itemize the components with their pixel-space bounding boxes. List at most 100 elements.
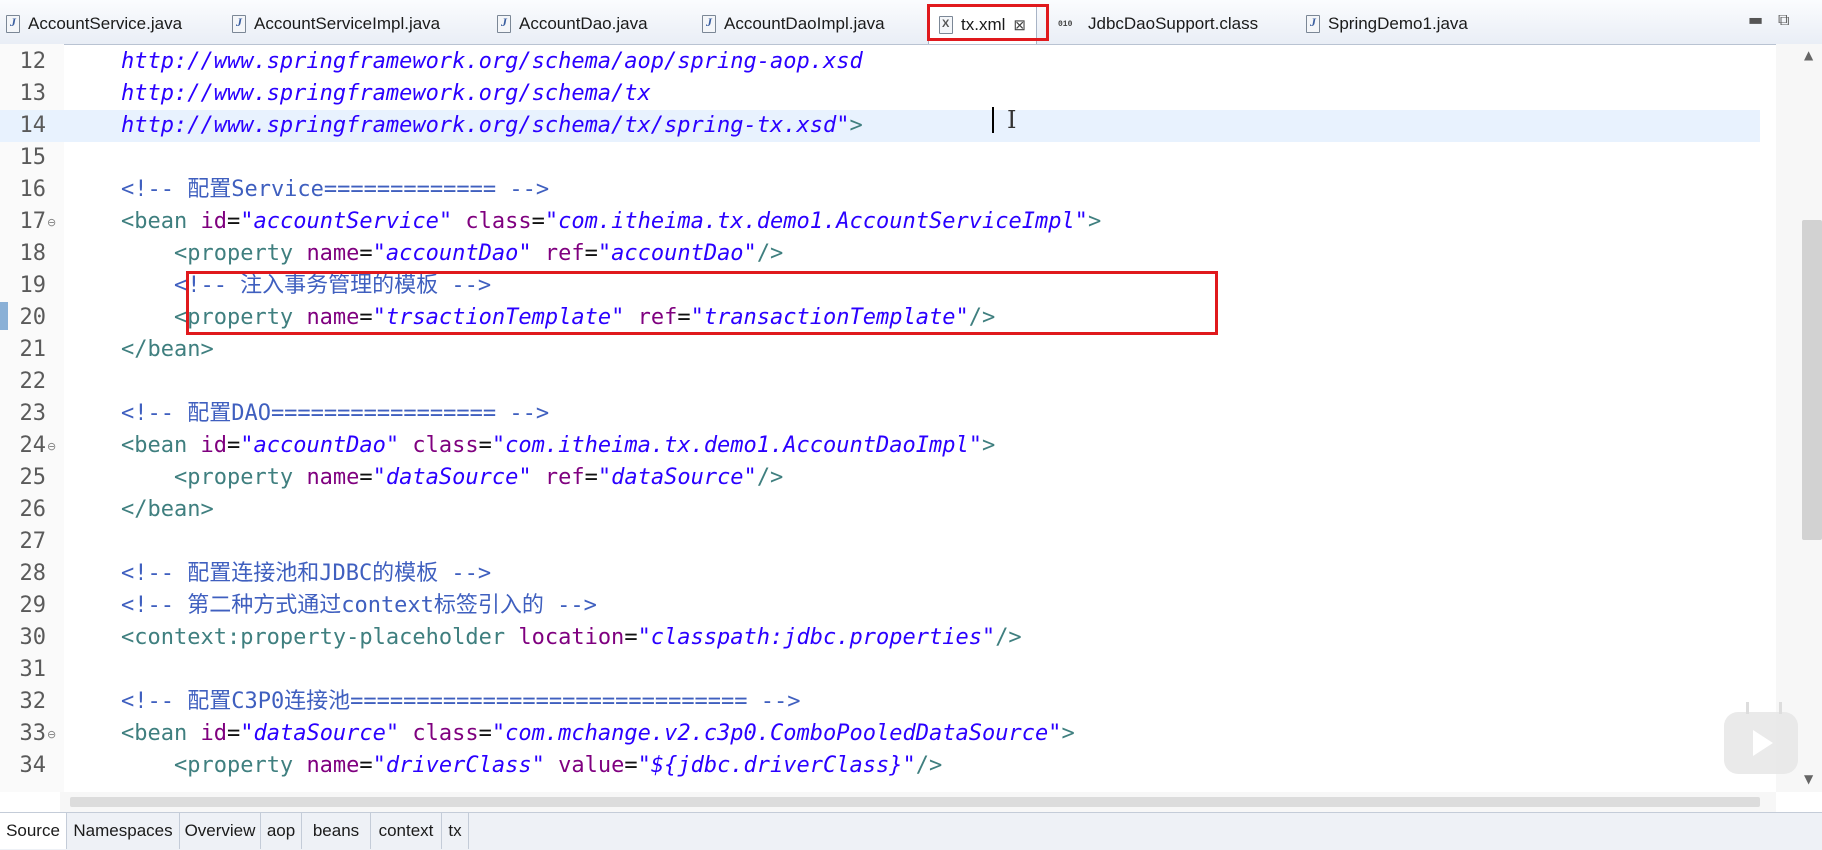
line-number: 19: [19, 273, 47, 298]
tab-accountserviceimpl-java[interactable]: AccountServiceImpl.java: [232, 6, 440, 42]
fold-toggle-icon[interactable]: ⊖: [47, 728, 56, 741]
token: >: [1061, 721, 1075, 746]
token: =: [359, 465, 373, 490]
token: bean: [134, 433, 201, 458]
line-text: </bean>: [68, 494, 214, 526]
change-marker: [0, 302, 8, 330]
tab-jdbcdaosupport-class[interactable]: JdbcDaoSupport.class: [1058, 6, 1258, 42]
tab-label: AccountService.java: [28, 14, 183, 33]
code-line[interactable]: 12 http://www.springframework.org/schema…: [0, 46, 1760, 78]
token: class: [412, 721, 479, 746]
token: "classpath:jdbc.properties": [637, 625, 996, 650]
token: name: [306, 753, 360, 778]
code-line[interactable]: 33 ⊖ <bean id="dataSource" class="com.mch…: [0, 718, 1760, 750]
code-line[interactable]: 28 <!-- 配置连接池和JDBC的模板 -->: [0, 558, 1760, 590]
class-file-icon: [1058, 15, 1080, 33]
code-line[interactable]: 29 <!-- 第二种方式通过context标签引入的 -->: [0, 590, 1760, 622]
tab-accountdaoimpl-java[interactable]: AccountDaoImpl.java: [702, 6, 885, 42]
code-line[interactable]: 13 http://www.springframework.org/schema…: [0, 78, 1760, 110]
scroll-up-icon[interactable]: ▲: [1804, 48, 1813, 62]
tab-namespaces[interactable]: Namespaces: [67, 813, 180, 849]
token: id: [200, 433, 227, 458]
tab-beans[interactable]: beans: [302, 813, 371, 849]
code-line[interactable]: 27: [0, 526, 1760, 558]
token: >: [981, 433, 996, 458]
token: bean: [147, 497, 201, 522]
xml-file-icon: [939, 15, 953, 34]
tab-accountservice-java[interactable]: AccountService.java: [6, 6, 182, 42]
code-line[interactable]: 24 ⊖ <bean id="accountDao" class="com.ith…: [0, 430, 1760, 462]
code-line[interactable]: 23 <!-- 配置DAO================= -->: [0, 398, 1760, 430]
tab-accountdao-java[interactable]: AccountDao.java: [497, 6, 648, 42]
code-line[interactable]: 32 <!-- 配置C3P0连接池=======================…: [0, 686, 1760, 718]
token: "transactionTemplate": [690, 305, 969, 330]
tab-springdemo1-java[interactable]: SpringDemo1.java: [1306, 6, 1468, 42]
code-line[interactable]: 26 </bean>: [0, 494, 1760, 526]
token: ref: [544, 241, 585, 266]
tab-context[interactable]: context: [371, 813, 442, 849]
video-play-icon[interactable]: [1724, 712, 1798, 774]
tab-overview[interactable]: Overview: [180, 813, 261, 849]
line-text: <property name="trsactionTemplate" ref="…: [68, 302, 995, 334]
token: class: [465, 209, 532, 234]
token: =: [531, 209, 545, 234]
token: >: [200, 337, 214, 362]
code-line[interactable]: 20 <property name="trsactionTemplate" re…: [0, 302, 1760, 334]
line-text: <bean id="accountDao" class="com.itheima…: [68, 430, 995, 462]
tab-source[interactable]: Source: [0, 813, 67, 849]
token: =: [584, 241, 598, 266]
fold-toggle-icon[interactable]: ⊖: [47, 440, 56, 453]
line-number: 31: [19, 657, 47, 682]
token: http://www.springframework.org/schema/tx…: [120, 113, 850, 138]
tab-tx[interactable]: tx: [442, 813, 469, 849]
code-line[interactable]: 17 ⊖ <bean id="accountService" class="com…: [0, 206, 1760, 238]
line-text: <!-- 配置C3P0连接池==========================…: [68, 686, 801, 718]
line-number: 25: [19, 465, 47, 490]
line-number: 26: [19, 497, 47, 522]
tab-label: SpringDemo1.java: [1328, 14, 1468, 33]
code-line[interactable]: 18 <property name="accountDao" ref="acco…: [0, 238, 1760, 270]
xml-source-editor[interactable]: 12 http://www.springframework.org/schema…: [0, 44, 1822, 792]
token: "accountDao": [240, 433, 413, 458]
minimize-icon[interactable]: ▬: [1748, 10, 1763, 29]
token: =: [359, 241, 373, 266]
tab-tx-xml[interactable]: tx.xml ⊠: [928, 4, 1037, 44]
token: id: [200, 209, 227, 234]
code-line[interactable]: 19 <!-- 注入事务管理的模板 -->: [0, 270, 1760, 302]
token: =: [478, 433, 492, 458]
code-line[interactable]: 15: [0, 142, 1760, 174]
code-line[interactable]: 30 <context:property-placeholder locatio…: [0, 622, 1760, 654]
token: />: [968, 305, 996, 330]
code-line[interactable]: 16 <!-- 配置Service============= -->: [0, 174, 1760, 206]
token: <!-- 第二种方式通过context标签引入的 -->: [68, 593, 597, 618]
java-file-icon: [702, 15, 716, 33]
code-line[interactable]: 14 http://www.springframework.org/schema…: [0, 110, 1760, 142]
token: </: [68, 497, 148, 522]
scroll-down-icon[interactable]: ▼: [1804, 772, 1813, 786]
maximize-icon[interactable]: ⧉: [1778, 10, 1789, 30]
token: http://www.springframework.org/schema/ao…: [120, 49, 863, 74]
code-line[interactable]: 34 <property name="driverClass" value="$…: [0, 750, 1760, 782]
vertical-scroll-thumb[interactable]: [1802, 220, 1822, 540]
code-line[interactable]: 31: [0, 654, 1760, 686]
fold-toggle-icon[interactable]: ⊖: [47, 216, 56, 229]
code-line[interactable]: 25 <property name="dataSource" ref="data…: [0, 462, 1760, 494]
line-number: 12: [19, 49, 47, 74]
line-text: http://www.springframework.org/schema/tx…: [68, 110, 863, 142]
token: location: [518, 625, 625, 650]
line-text: <!-- 配置Service============= -->: [68, 174, 549, 206]
code-area[interactable]: 12 http://www.springframework.org/schema…: [0, 44, 1760, 792]
code-line[interactable]: 22: [0, 366, 1760, 398]
close-icon[interactable]: ⊠: [1013, 16, 1026, 34]
vertical-scrollbar[interactable]: ▲ ▼: [1776, 44, 1822, 792]
token: "com.itheima.tx.demo1.AccountServiceImpl…: [544, 209, 1088, 234]
horizontal-scroll-thumb[interactable]: [70, 797, 1760, 807]
token: />: [756, 465, 784, 490]
code-line[interactable]: 21 </bean>: [0, 334, 1760, 366]
token: property: [187, 753, 307, 778]
horizontal-scrollbar[interactable]: [60, 792, 1776, 812]
tab-aop[interactable]: aop: [261, 813, 302, 849]
